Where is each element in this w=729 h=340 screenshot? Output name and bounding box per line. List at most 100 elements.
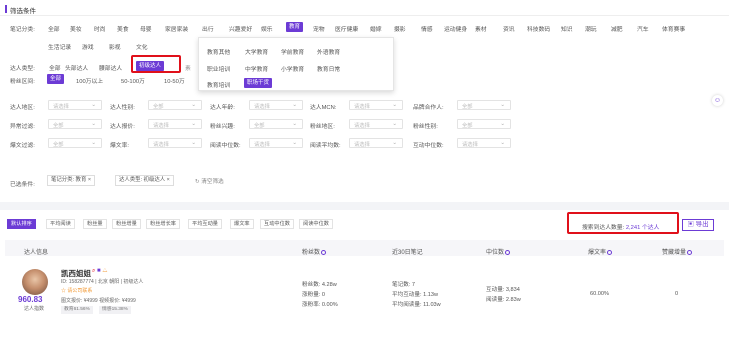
dropdown-item[interactable]: 职业培训 bbox=[207, 64, 230, 73]
select-box[interactable]: 请选择 ⌄ bbox=[349, 138, 403, 148]
chevron-down-icon: ⌄ bbox=[500, 121, 505, 127]
select-label: 达人报价: bbox=[110, 124, 135, 130]
viral-rate-value: 60.00% bbox=[590, 291, 609, 297]
select-box[interactable]: 请选择 ⌄ bbox=[349, 100, 403, 110]
category-item-row2-0[interactable]: 生活记录 bbox=[48, 42, 71, 51]
highlight-box-count bbox=[567, 212, 679, 234]
select-label: 异常过滤: bbox=[10, 124, 35, 130]
category-item-row2-2[interactable]: 影视 bbox=[109, 42, 121, 51]
select-placeholder: 请选择 bbox=[153, 123, 169, 129]
fans-range-1m[interactable]: 100万以上 bbox=[76, 76, 103, 85]
select-box[interactable]: 全部 ⌄ bbox=[457, 100, 511, 110]
sort-tab-6[interactable]: 爆文率 bbox=[230, 219, 254, 229]
dropdown-item-active[interactable]: 职场干货 bbox=[244, 78, 273, 88]
dropdown-item[interactable]: 小学教育 bbox=[281, 64, 304, 73]
select-box[interactable]: 请选择 ⌄ bbox=[457, 138, 511, 148]
dropdown-item[interactable]: 教育培训 bbox=[207, 80, 230, 89]
category-item-12[interactable]: 婚嫁 bbox=[370, 24, 382, 33]
category-item-23[interactable]: 体育赛事 bbox=[662, 24, 685, 33]
category-item-16[interactable]: 素材 bbox=[475, 24, 487, 33]
clear-filter[interactable]: ↻ 清空筛选 bbox=[195, 177, 224, 185]
selected-tag-category[interactable]: 笔记分类: 教育 × bbox=[47, 175, 95, 186]
select-box[interactable]: 请选择 ⌄ bbox=[48, 100, 102, 110]
dropdown-item[interactable]: 大学教育 bbox=[245, 47, 268, 56]
clear-filter-label: 清空筛选 bbox=[201, 179, 224, 185]
category-item-5[interactable]: 家居家装 bbox=[165, 24, 188, 33]
talent-score-label: 达人指数 bbox=[24, 306, 45, 312]
category-item-21[interactable]: 减肥 bbox=[611, 24, 623, 33]
category-item-20[interactable]: 潮玩 bbox=[585, 24, 597, 33]
dropdown-item[interactable]: 教育其他 bbox=[207, 47, 230, 56]
dropdown-item[interactable]: 教育日常 bbox=[317, 64, 340, 73]
select-box[interactable]: 请选择 ⌄ bbox=[249, 100, 303, 110]
highlight-box-talent-type bbox=[131, 55, 181, 73]
category-item-6[interactable]: 出行 bbox=[202, 24, 214, 33]
fans-range-all[interactable]: 全部 bbox=[47, 74, 65, 84]
select-box[interactable]: 全部 ⌄ bbox=[48, 138, 102, 148]
category-item-row2-1[interactable]: 游戏 bbox=[82, 42, 94, 51]
sort-tab-8[interactable]: 阅读中位数 bbox=[299, 219, 333, 229]
xiaohongshu-icon: ⌕ bbox=[92, 268, 96, 274]
selected-tag-talent-type[interactable]: 达人类型: 初级达人 × bbox=[115, 175, 174, 186]
fans-count: 粉丝数: 4.28w bbox=[302, 282, 337, 288]
select-label: 达人地区: bbox=[10, 105, 35, 111]
select-box[interactable]: 请选择 ⌄ bbox=[148, 138, 202, 148]
chevron-down-icon: ⌄ bbox=[392, 121, 397, 127]
fans-range-500k[interactable]: 50-100万 bbox=[121, 76, 145, 85]
select-box[interactable]: 全部 ⌄ bbox=[249, 119, 303, 129]
category-item-2[interactable]: 时尚 bbox=[94, 24, 106, 33]
talent-type-top[interactable]: 头部达人 bbox=[65, 63, 88, 72]
category-item-0[interactable]: 全部 bbox=[48, 24, 60, 33]
category-item-10[interactable]: 宠物 bbox=[313, 24, 325, 33]
select-box[interactable]: 全部 ⌄ bbox=[48, 119, 102, 129]
category-item-4[interactable]: 母婴 bbox=[140, 24, 152, 33]
chevron-down-icon: ⌄ bbox=[91, 140, 96, 146]
category-item-17[interactable]: 资讯 bbox=[503, 24, 515, 33]
category-item-13[interactable]: 摄影 bbox=[394, 24, 406, 33]
talent-contact[interactable]: ☆ 请公司联系 bbox=[61, 287, 92, 294]
column-talent-info: 达人信息 bbox=[24, 250, 49, 256]
dropdown-item[interactable]: 中学教育 bbox=[245, 64, 268, 73]
sort-tab-1[interactable]: 平均阅读 bbox=[46, 219, 75, 229]
sort-tab-4[interactable]: 粉丝增长率 bbox=[146, 219, 180, 229]
select-box[interactable]: 请选择 ⌄ bbox=[249, 138, 303, 148]
category-item-9[interactable]: 教育 bbox=[286, 22, 304, 32]
sort-tab-0[interactable]: 默认排序 bbox=[7, 219, 36, 229]
category-item-19[interactable]: 知识 bbox=[561, 24, 573, 33]
title-bar-marker bbox=[5, 5, 7, 13]
category-item-22[interactable]: 汽车 bbox=[637, 24, 649, 33]
dropdown-item[interactable]: 学前教育 bbox=[281, 47, 304, 56]
category-item-7[interactable]: 兴趣爱好 bbox=[229, 24, 252, 33]
category-item-18[interactable]: 科技数码 bbox=[527, 24, 550, 33]
select-box[interactable]: 请选择 ⌄ bbox=[349, 119, 403, 129]
category-item-row2-3[interactable]: 文化 bbox=[136, 42, 148, 51]
median-interaction: 互动量: 3,834 bbox=[486, 287, 520, 293]
sort-tab-5[interactable]: 平均互动量 bbox=[188, 219, 222, 229]
select-placeholder: 请选择 bbox=[254, 142, 270, 148]
category-item-11[interactable]: 医疗健康 bbox=[335, 24, 358, 33]
select-box[interactable]: 请选择 ⌄ bbox=[148, 119, 202, 129]
talent-type-all[interactable]: 全部 bbox=[49, 63, 61, 72]
select-box[interactable]: 全部 ⌄ bbox=[148, 100, 202, 110]
select-placeholder: 全部 bbox=[153, 104, 164, 110]
export-button[interactable]: ▣ 导出 bbox=[682, 219, 714, 231]
category-item-15[interactable]: 运动健身 bbox=[444, 24, 467, 33]
talent-type-mid[interactable]: 腰部达人 bbox=[99, 63, 122, 72]
talent-price: 图文报价: ¥4999 视频报价: ¥4999 bbox=[61, 298, 136, 304]
category-item-14[interactable]: 情感 bbox=[421, 24, 433, 33]
category-item-1[interactable]: 美妆 bbox=[70, 24, 82, 33]
fans-range-100k[interactable]: 10-50万 bbox=[164, 76, 185, 85]
badge-category: 情感15.38% bbox=[99, 306, 131, 314]
category-item-3[interactable]: 美食 bbox=[117, 24, 129, 33]
chevron-down-icon: ⌄ bbox=[292, 140, 297, 146]
dropdown-item[interactable]: 外语教育 bbox=[317, 47, 340, 56]
sort-tab-3[interactable]: 粉丝增量 bbox=[112, 219, 141, 229]
chevron-down-icon: ⌄ bbox=[91, 121, 96, 127]
star-icon: ☆ bbox=[61, 288, 67, 294]
category-item-8[interactable]: 娱乐 bbox=[261, 24, 273, 33]
sort-tab-2[interactable]: 粉丝量 bbox=[83, 219, 107, 229]
avatar[interactable] bbox=[22, 269, 48, 295]
customer-service-icon[interactable]: ☺ bbox=[712, 95, 723, 106]
select-box[interactable]: 全部 ⌄ bbox=[457, 119, 511, 129]
sort-tab-7[interactable]: 互动中位数 bbox=[260, 219, 294, 229]
